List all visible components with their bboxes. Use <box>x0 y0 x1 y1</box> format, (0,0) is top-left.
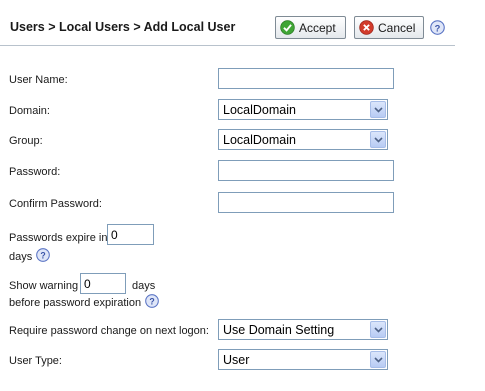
x-circle-icon <box>359 20 374 35</box>
user-name-label: User Name: <box>9 74 68 86</box>
require-change-dropdown-button[interactable] <box>370 321 386 338</box>
svg-text:?: ? <box>435 23 441 33</box>
chevron-down-icon <box>374 137 383 143</box>
chevron-down-icon <box>374 327 383 333</box>
chevron-down-icon <box>374 357 383 363</box>
user-type-select-value: User <box>223 353 250 367</box>
domain-label: Domain: <box>9 105 50 117</box>
svg-text:?: ? <box>149 297 154 307</box>
page-header: Users > Local Users > Add Local User Acc… <box>0 0 455 46</box>
confirm-password-input[interactable] <box>218 192 394 213</box>
password-input[interactable] <box>218 160 394 181</box>
require-change-label: Require password change on next logon: <box>9 325 209 337</box>
warning-suffix-label: before password expiration <box>9 297 142 309</box>
require-change-select[interactable]: Use Domain Setting <box>218 319 388 340</box>
cancel-button-label: Cancel <box>378 20 416 35</box>
password-expire-label: Passwords expire in <box>9 232 108 244</box>
chevron-down-icon <box>374 107 383 113</box>
user-name-input[interactable] <box>218 68 394 89</box>
require-change-select-value: Use Domain Setting <box>223 323 335 337</box>
group-dropdown-button[interactable] <box>370 131 386 148</box>
help-icon[interactable]: ? <box>430 20 445 35</box>
group-select[interactable]: LocalDomain <box>218 129 388 150</box>
warning-days-label: days <box>132 280 156 292</box>
domain-select-value: LocalDomain <box>223 103 296 117</box>
password-label: Password: <box>9 166 61 178</box>
breadcrumb: Users > Local Users > Add Local User <box>10 20 236 34</box>
user-type-select[interactable]: User <box>218 349 388 370</box>
svg-text:?: ? <box>40 251 45 261</box>
cancel-button[interactable]: Cancel <box>354 16 424 39</box>
confirm-password-label: Confirm Password: <box>9 198 102 210</box>
warning-days-input[interactable] <box>80 273 126 294</box>
show-warning-label: Show warning <box>9 280 79 292</box>
accept-button-label: Accept <box>299 20 336 35</box>
group-label: Group: <box>9 135 43 147</box>
domain-dropdown-button[interactable] <box>370 101 386 118</box>
expire-help-icon[interactable]: ? <box>36 248 50 262</box>
domain-select[interactable]: LocalDomain <box>218 99 388 120</box>
password-expire-days-label: days <box>9 251 33 263</box>
warning-help-icon[interactable]: ? <box>145 294 159 308</box>
accept-button[interactable]: Accept <box>275 16 346 39</box>
user-type-dropdown-button[interactable] <box>370 351 386 368</box>
user-type-label: User Type: <box>9 355 62 367</box>
check-circle-icon <box>280 20 295 35</box>
password-expire-days-input[interactable] <box>107 224 154 245</box>
group-select-value: LocalDomain <box>223 133 296 147</box>
